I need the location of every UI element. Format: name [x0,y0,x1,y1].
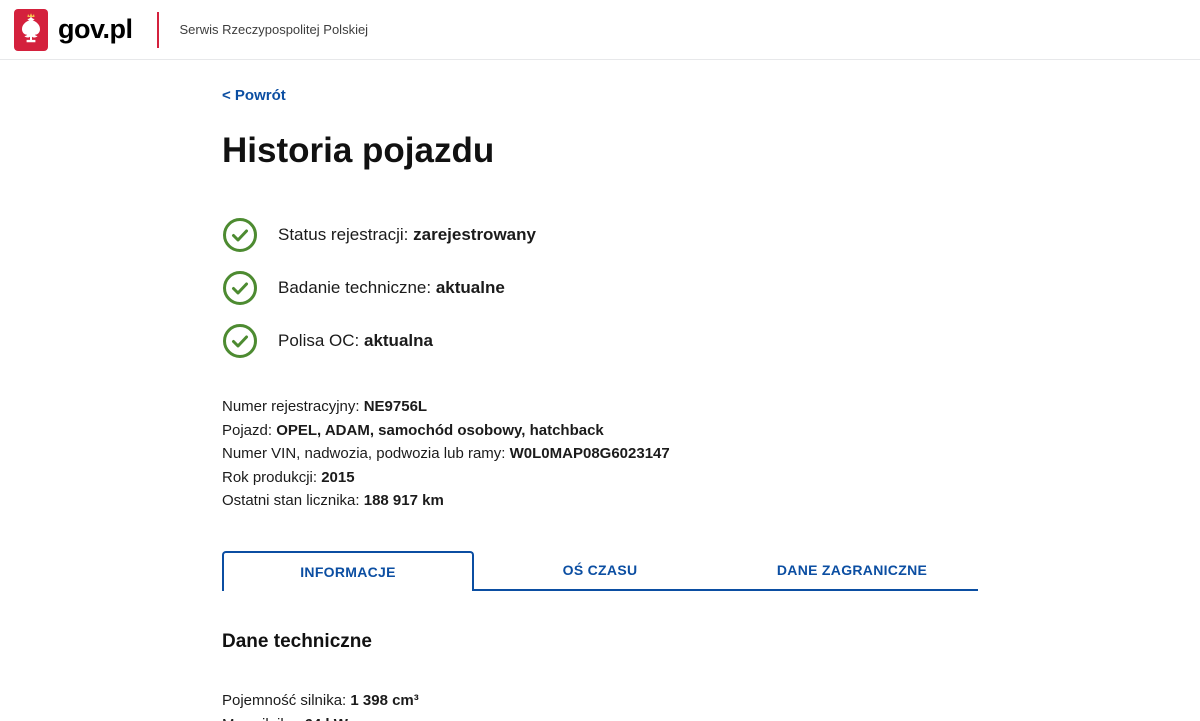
header-tagline: Serwis Rzeczypospolitej Polskiej [179,22,369,37]
technical-data-list: Pojemność silnika: 1 398 cm³ Moc silnika… [222,689,978,721]
header-divider [156,11,159,48]
tech-engine-power: Moc silnika: 64 kW [222,713,978,721]
govpl-logo[interactable]: gov.pl [14,8,133,51]
status-text: Badanie techniczne: aktualne [278,278,505,298]
detail-production-year: Rok produkcji: 2015 [222,466,978,490]
status-value: aktualne [435,278,505,297]
detail-odometer: Ostatni stan licznika: 188 917 km [222,489,978,513]
tech-value: 1 398 cm³ [350,691,419,709]
tab-bar: INFORMACJE OŚ CZASU DANE ZAGRANICZNE [222,550,978,591]
tech-engine-capacity: Pojemność silnika: 1 398 cm³ [222,689,978,714]
tech-label: Moc silnika: [222,716,300,721]
check-circle-icon [223,218,257,252]
page-title: Historia pojazdu [222,131,495,170]
status-row-inspection: Badanie techniczne: aktualne [222,270,978,306]
brand-govpl[interactable]: gov.pl [58,14,133,45]
detail-vehicle: Pojazd: OPEL, ADAM, samochód osobowy, ha… [222,419,978,443]
detail-label: Pojazd: [222,421,273,439]
check-circle-icon [223,271,257,305]
detail-value: NE9756L [363,398,428,415]
detail-value: OPEL, ADAM, samochód osobowy, hatchback [276,421,604,439]
check-circle-icon [223,324,257,358]
status-text: Polisa OC: aktualna [278,331,433,351]
status-list: Status rejestracji: zarejestrowany Badan… [222,217,978,359]
detail-registration-number: Numer rejestracyjny: NE9756L [222,395,978,419]
detail-vin: Numer VIN, nadwozia, podwozia lub ramy: … [222,442,978,466]
tab-dane-zagraniczne[interactable]: DANE ZAGRANICZNE [726,550,978,591]
status-row-insurance: Polisa OC: aktualna [222,323,978,359]
status-label: Polisa OC: [278,331,360,350]
technical-section-title: Dane techniczne [222,630,372,652]
status-label: Status rejestracji: [278,225,409,244]
status-value: aktualna [363,331,433,350]
main-content: < Powrót Historia pojazdu Status rejestr… [0,60,978,721]
detail-label: Numer VIN, nadwozia, podwozia lub ramy: [222,445,506,462]
tab-os-czasu[interactable]: OŚ CZASU [474,550,726,591]
detail-label: Numer rejestracyjny: [222,398,360,415]
status-text: Status rejestracji: zarejestrowany [278,225,536,245]
polish-eagle-icon [14,8,48,51]
status-value: zarejestrowany [413,225,536,244]
tab-informacje[interactable]: INFORMACJE [222,550,474,591]
site-header: gov.pl Serwis Rzeczypospolitej Polskiej [0,0,1200,60]
back-link[interactable]: < Powrót [222,87,286,104]
tech-label: Pojemność silnika: [222,691,347,709]
detail-value: 2015 [321,468,355,486]
tech-value: 64 kW [305,716,348,721]
status-row-registration: Status rejestracji: zarejestrowany [222,217,978,253]
detail-label: Rok produkcji: [222,468,318,486]
detail-value: W0L0MAP08G6023147 [509,445,670,462]
vehicle-details: Numer rejestracyjny: NE9756L Pojazd: OPE… [222,395,978,513]
detail-value: 188 917 km [363,492,444,509]
status-label: Badanie techniczne: [278,278,432,297]
detail-label: Ostatni stan licznika: [222,492,360,509]
